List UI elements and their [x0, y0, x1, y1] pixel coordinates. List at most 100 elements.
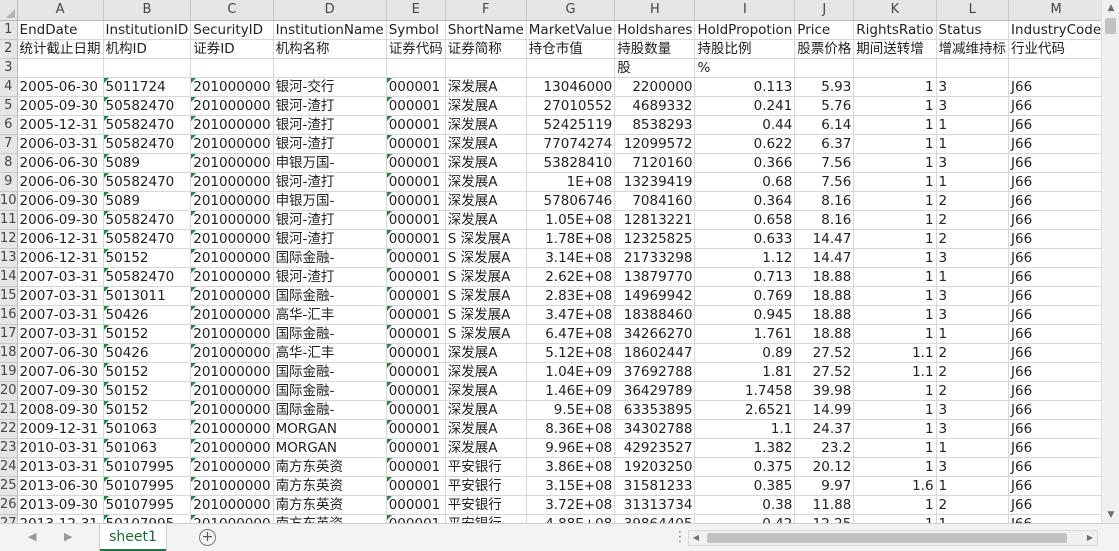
cell[interactable]: 39864405	[614, 514, 696, 523]
cell[interactable]: J66	[1008, 438, 1101, 458]
cell[interactable]: InstitutionID	[103, 20, 192, 40]
cell[interactable]	[386, 58, 446, 78]
cell[interactable]: 深发展A	[445, 96, 527, 116]
cell[interactable]: 1	[936, 267, 1010, 287]
cell[interactable]: 1	[936, 172, 1010, 192]
cell[interactable]: 42923527	[614, 438, 696, 458]
cell[interactable]: 机构名称	[273, 39, 387, 59]
cell[interactable]: 3.86E+08	[526, 457, 616, 477]
cell[interactable]: 14.47	[794, 248, 855, 268]
cell[interactable]: 20.12	[794, 457, 855, 477]
cell[interactable]: 3.72E+08	[526, 495, 616, 515]
row-header[interactable]: 15	[0, 286, 18, 306]
cell[interactable]: 13879770	[614, 267, 696, 287]
cell[interactable]: 证券简称	[445, 39, 527, 59]
cell[interactable]: HoldPropotion	[694, 20, 796, 40]
row-header[interactable]: 3	[0, 58, 18, 78]
row-header[interactable]: 6	[0, 115, 18, 135]
cell[interactable]: 0.38	[694, 495, 796, 515]
cell[interactable]: 21733298	[614, 248, 696, 268]
cell[interactable]: J66	[1008, 115, 1101, 135]
cell[interactable]: J66	[1008, 495, 1101, 515]
cell[interactable]: 0.44	[694, 115, 796, 135]
cell[interactable]: 6.47E+08	[526, 324, 616, 344]
row-header[interactable]: 27	[0, 514, 18, 523]
cell[interactable]: 39.98	[794, 381, 855, 401]
cell[interactable]	[794, 58, 855, 78]
cell[interactable]	[526, 58, 616, 78]
cell[interactable]	[190, 58, 274, 78]
cell[interactable]: 1.46E+09	[526, 381, 616, 401]
cell[interactable]: 201000000	[190, 305, 274, 325]
cell[interactable]: 银河-渣打	[273, 115, 387, 135]
scroll-down-icon[interactable]: ▼	[1102, 507, 1119, 523]
vertical-scroll-thumb[interactable]	[1105, 18, 1116, 34]
cell[interactable]: 银河-交行	[273, 77, 387, 97]
cell[interactable]: 国际金融-	[273, 381, 387, 401]
cell[interactable]: 36429789	[614, 381, 696, 401]
cell[interactable]: 深发展A	[445, 134, 527, 154]
cell[interactable]: 深发展A	[445, 115, 527, 135]
cell[interactable]: InstitutionName	[273, 20, 387, 40]
column-header[interactable]: G	[526, 0, 616, 21]
cell[interactable]: 0.68	[694, 172, 796, 192]
cell-table[interactable]: ABCDEFGHIJKLMNO 1EndDateInstitutionIDSec…	[0, 0, 1101, 523]
cell[interactable]: 1	[853, 134, 937, 154]
cell[interactable]: 1	[853, 305, 937, 325]
cell[interactable]: J66	[1008, 77, 1101, 97]
cell[interactable]: 1	[853, 267, 937, 287]
cell[interactable]: 深发展A	[445, 210, 527, 230]
cell[interactable]: 1	[936, 514, 1010, 523]
cell[interactable]: 50582470	[103, 172, 192, 192]
cell[interactable]: 000001	[386, 172, 446, 192]
cell[interactable]: 2200000	[614, 77, 696, 97]
cell[interactable]: 201000000	[190, 362, 274, 382]
cell[interactable]: 1.7458	[694, 381, 796, 401]
cell[interactable]: 7.56	[794, 153, 855, 173]
cell[interactable]: 201000000	[190, 134, 274, 154]
cell[interactable]: 行业代码	[1008, 39, 1101, 59]
cell[interactable]: 3	[936, 96, 1010, 116]
cell[interactable]: 9.96E+08	[526, 438, 616, 458]
cell[interactable]: 深发展A	[445, 381, 527, 401]
cell[interactable]: 24.37	[794, 419, 855, 439]
cell[interactable]: 深发展A	[445, 172, 527, 192]
cell[interactable]: 3	[936, 400, 1010, 420]
cell[interactable]: 2006-03-31	[17, 134, 104, 154]
cell[interactable]: 8.16	[794, 191, 855, 211]
row-header[interactable]: 26	[0, 495, 18, 515]
cell[interactable]: 8.36E+08	[526, 419, 616, 439]
cell[interactable]: 000001	[386, 286, 446, 306]
cell[interactable]: 国际金融-	[273, 286, 387, 306]
row-header[interactable]: 14	[0, 267, 18, 287]
cell[interactable]: 2007-09-30	[17, 381, 104, 401]
cell[interactable]: 股	[614, 58, 696, 78]
cell[interactable]: 持股数量	[614, 39, 696, 59]
cell[interactable]: 50107995	[103, 495, 192, 515]
cell[interactable]: 000001	[386, 343, 446, 363]
row-header[interactable]: 13	[0, 248, 18, 268]
cell[interactable]: 1	[853, 248, 937, 268]
cell[interactable]: 7120160	[614, 153, 696, 173]
cell[interactable]: 1	[853, 381, 937, 401]
cell[interactable]: ShortName	[445, 20, 527, 40]
add-sheet-button[interactable]: +	[199, 529, 216, 546]
cell[interactable]: 3.14E+08	[526, 248, 616, 268]
cell[interactable]: 3.15E+08	[526, 476, 616, 496]
cell[interactable]: 1.382	[694, 438, 796, 458]
cell[interactable]: 3	[936, 305, 1010, 325]
cell[interactable]: 000001	[386, 495, 446, 515]
cell[interactable]: RightsRatio	[853, 20, 937, 40]
cell[interactable]: 2006-06-30	[17, 153, 104, 173]
cell[interactable]: 6.37	[794, 134, 855, 154]
cell[interactable]: 统计截止日期	[17, 39, 104, 59]
cell[interactable]: 11.88	[794, 495, 855, 515]
cell[interactable]: 9.97	[794, 476, 855, 496]
cell[interactable]: 50582470	[103, 115, 192, 135]
cell[interactable]: 1.6	[853, 476, 937, 496]
row-header[interactable]: 5	[0, 96, 18, 116]
cell[interactable]: EndDate	[17, 20, 104, 40]
cell[interactable]: 1	[853, 457, 937, 477]
row-header[interactable]: 10	[0, 191, 18, 211]
cell[interactable]: 0.113	[694, 77, 796, 97]
